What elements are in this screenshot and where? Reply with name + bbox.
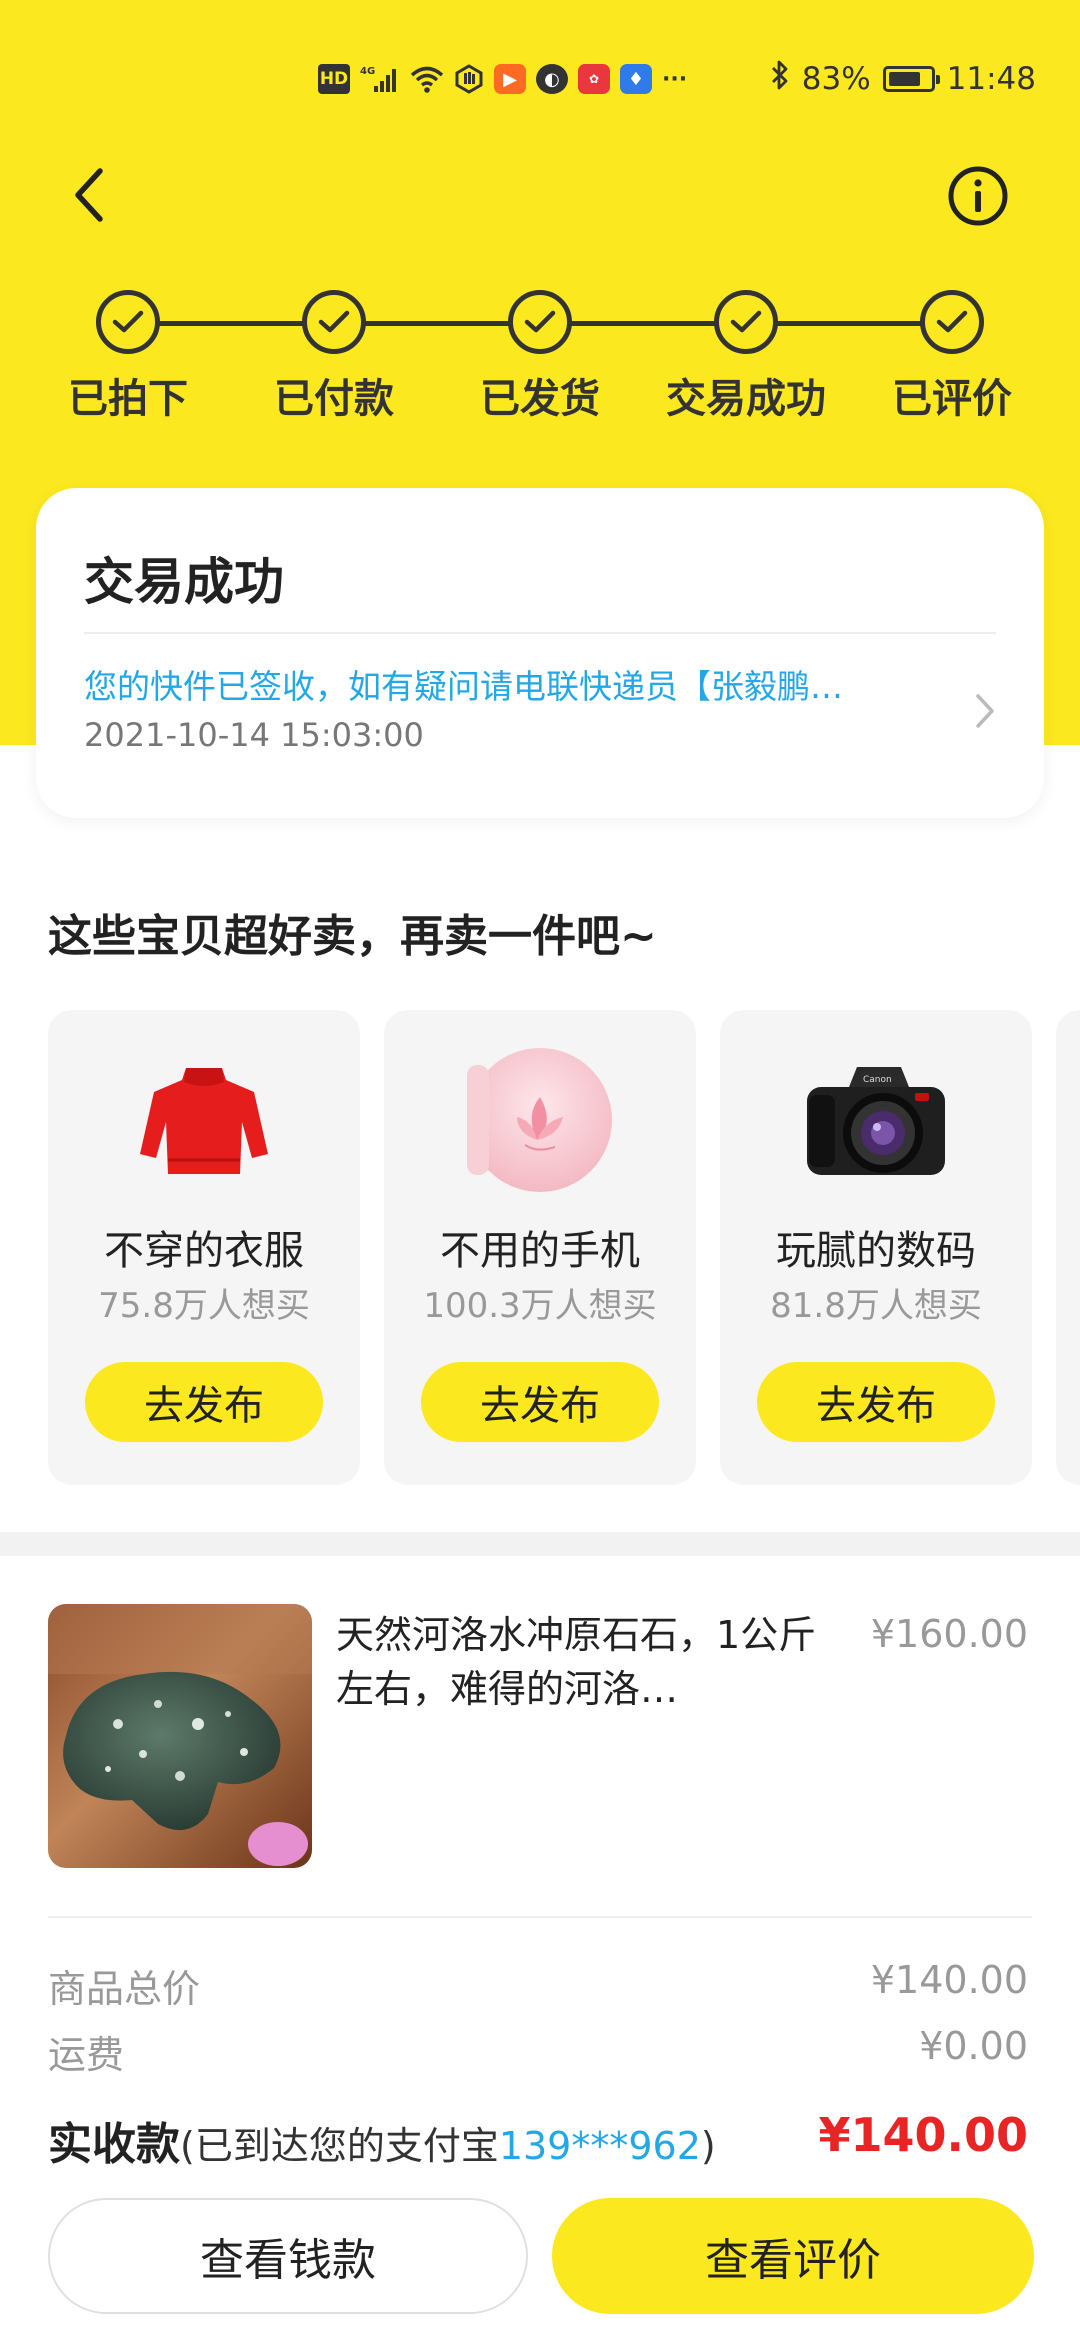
clock: 11:48 bbox=[946, 61, 1036, 97]
recommend-name: 玩腻的数码 bbox=[776, 1228, 976, 1274]
divider bbox=[84, 632, 996, 634]
received-note-prefix: (已到达您的支付宝 bbox=[180, 2124, 499, 2168]
status-bar-right: 83% 11:48 bbox=[770, 52, 1036, 106]
step-shipped: 已发货 bbox=[440, 284, 640, 424]
product-image[interactable] bbox=[48, 1604, 312, 1868]
status-bar: HD 4G ▶ ◐ ✿ ♦ ··· 83% 11:48 bbox=[0, 52, 1080, 106]
recommend-count: 75.8万人想买 bbox=[98, 1286, 310, 1326]
total-price-value: ¥140.00 bbox=[870, 1958, 1028, 2002]
hand-icon bbox=[454, 64, 484, 94]
svg-text:Canon: Canon bbox=[863, 1075, 892, 1085]
check-icon bbox=[96, 290, 160, 354]
received-note: (已到达您的支付宝139***962) bbox=[180, 2124, 716, 2168]
recommend-name: 不用的手机 bbox=[440, 1228, 640, 1274]
phone-icon bbox=[460, 1040, 620, 1200]
divider bbox=[48, 1916, 1032, 1918]
chevron-right-icon bbox=[976, 694, 994, 728]
step-label: 交易成功 bbox=[666, 376, 826, 422]
status-title: 交易成功 bbox=[84, 553, 284, 611]
recommend-list[interactable]: 不穿的衣服 75.8万人想买 去发布 不用的手机 100.3万人想买 去发布 C… bbox=[48, 1010, 1080, 1485]
recommend-card-phone[interactable]: 不用的手机 100.3万人想买 去发布 bbox=[384, 1010, 696, 1485]
order-status-card: 交易成功 您的快件已签收，如有疑问请电联快递员【张毅鹏… 2021-10-14 … bbox=[36, 488, 1044, 818]
step-ordered: 已拍下 bbox=[28, 284, 228, 424]
logistics-time: 2021-10-14 15:03:00 bbox=[84, 716, 424, 754]
battery-percent: 83% bbox=[801, 61, 871, 97]
shipping-row: 运费 ¥0.00 bbox=[48, 2024, 1028, 2077]
signal-icon: 4G bbox=[360, 64, 400, 94]
section-divider bbox=[0, 1532, 1080, 1556]
step-label: 已发货 bbox=[480, 376, 600, 422]
step-paid: 已付款 bbox=[234, 284, 434, 424]
received-note-suffix: ) bbox=[700, 2124, 716, 2168]
total-price-row: 商品总价 ¥140.00 bbox=[48, 1958, 1028, 2011]
status-bar-left: HD 4G ▶ ◐ ✿ ♦ ··· bbox=[318, 52, 687, 106]
hd-icon: HD bbox=[318, 64, 350, 94]
step-completed: 交易成功 bbox=[646, 284, 846, 424]
received-label: 实收款(已到达您的支付宝139***962) bbox=[48, 2108, 716, 2172]
bluetooth-icon bbox=[770, 59, 790, 99]
received-row: 实收款(已到达您的支付宝139***962) ¥140.00 bbox=[48, 2108, 1028, 2170]
product-price: ¥160.00 bbox=[870, 1612, 1028, 1656]
check-icon bbox=[302, 290, 366, 354]
camera-icon: Canon bbox=[796, 1040, 956, 1200]
bulb-app-icon: ♦ bbox=[620, 64, 652, 94]
huawei-app-icon: ✿ bbox=[578, 64, 610, 94]
check-icon bbox=[508, 290, 572, 354]
recommend-card-partial[interactable] bbox=[1056, 1010, 1080, 1485]
recommend-count: 100.3万人想买 bbox=[423, 1286, 657, 1326]
view-review-button[interactable]: 查看评价 bbox=[552, 2198, 1034, 2314]
logistics-row[interactable]: 您的快件已签收，如有疑问请电联快递员【张毅鹏… 2021-10-14 15:03… bbox=[84, 660, 1020, 780]
shipping-label: 运费 bbox=[48, 2033, 125, 2077]
step-label: 已拍下 bbox=[68, 376, 188, 422]
chevron-left-icon bbox=[75, 168, 103, 222]
view-money-button[interactable]: 查看钱款 bbox=[48, 2198, 528, 2314]
recommend-count: 81.8万人想买 bbox=[770, 1286, 982, 1326]
recommend-name: 不穿的衣服 bbox=[104, 1228, 304, 1274]
shipping-value: ¥0.00 bbox=[919, 2024, 1028, 2068]
video-app-icon: ▶ bbox=[494, 64, 526, 94]
info-icon bbox=[948, 166, 1008, 226]
battery-icon bbox=[882, 66, 940, 92]
sweater-icon bbox=[124, 1040, 284, 1200]
order-progress: 已拍下 已付款 已发货 交易成功 已评价 bbox=[0, 284, 1080, 424]
logistics-message: 您的快件已签收，如有疑问请电联快递员【张毅鹏… bbox=[84, 667, 843, 706]
received-title: 实收款 bbox=[48, 2119, 180, 2170]
total-price-label: 商品总价 bbox=[48, 1967, 201, 2011]
wifi-icon bbox=[410, 64, 444, 94]
recommend-card-digital[interactable]: Canon 玩腻的数码 81.8万人想买 去发布 bbox=[720, 1010, 1032, 1485]
publish-button[interactable]: 去发布 bbox=[85, 1362, 323, 1442]
step-label: 已付款 bbox=[274, 376, 394, 422]
info-button[interactable] bbox=[946, 164, 1010, 228]
recommend-title: 这些宝贝超好卖，再卖一件吧~ bbox=[48, 911, 657, 962]
check-icon bbox=[714, 290, 778, 354]
svg-text:4G: 4G bbox=[360, 66, 375, 77]
check-icon bbox=[920, 290, 984, 354]
alipay-account: 139***962 bbox=[498, 2124, 701, 2168]
step-reviewed: 已评价 bbox=[852, 284, 1052, 424]
publish-button[interactable]: 去发布 bbox=[757, 1362, 995, 1442]
recommend-card-clothes[interactable]: 不穿的衣服 75.8万人想买 去发布 bbox=[48, 1010, 360, 1485]
product-title[interactable]: 天然河洛水冲原石石，1公斤左右，难得的河洛… bbox=[336, 1608, 836, 1716]
received-amount: ¥140.00 bbox=[818, 2108, 1028, 2162]
step-label: 已评价 bbox=[892, 376, 1012, 422]
more-icon: ··· bbox=[662, 66, 688, 92]
ball-app-icon: ◐ bbox=[536, 64, 568, 94]
back-button[interactable] bbox=[60, 160, 120, 230]
publish-button[interactable]: 去发布 bbox=[421, 1362, 659, 1442]
